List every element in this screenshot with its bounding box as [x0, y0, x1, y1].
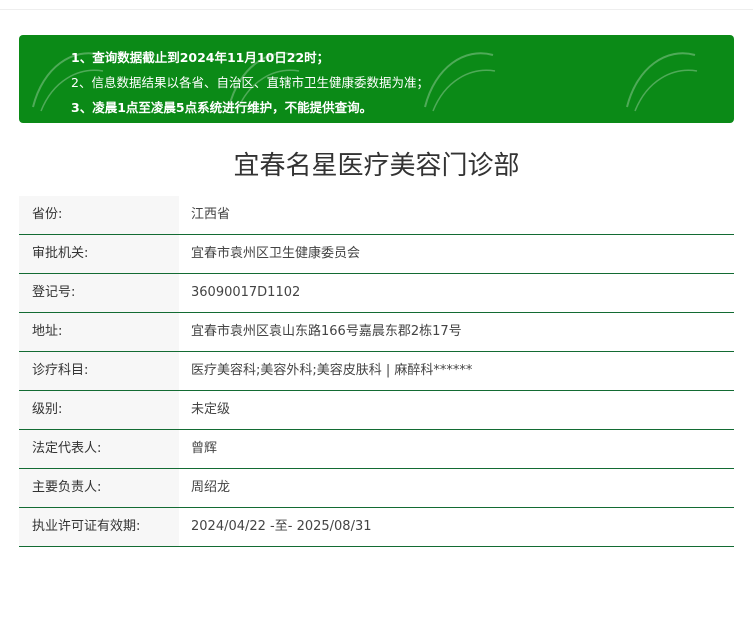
table-row: 省份: 江西省: [19, 196, 734, 235]
top-divider: [0, 9, 753, 10]
table-row: 登记号: 36090017D1102: [19, 274, 734, 313]
row-value: 宜春市袁州区卫生健康委员会: [191, 246, 361, 261]
table-row: 诊疗科目: 医疗美容科;美容外科;美容皮肤科 | 麻醉科******: [19, 352, 734, 391]
row-label: 主要负责人:: [19, 469, 179, 507]
table-row: 审批机关: 宜春市袁州区卫生健康委员会: [19, 235, 734, 274]
page-title: 宜春名星医疗美容门诊部: [233, 151, 520, 181]
info-table: 省份: 江西省 审批机关: 宜春市袁州区卫生健康委员会 登记号: 3609001…: [19, 196, 734, 547]
row-value: 周绍龙: [191, 480, 231, 495]
row-value: 宜春市袁州区袁山东路166号嘉晨东郡2栋17号: [191, 324, 462, 339]
table-row: 主要负责人: 周绍龙: [19, 469, 734, 508]
row-label: 执业许可证有效期:: [19, 508, 179, 546]
notice-line-1: 1、查询数据截止到2024年11月10日22时；: [71, 50, 330, 65]
row-label: 法定代表人:: [19, 430, 179, 468]
row-label: 地址:: [19, 313, 179, 351]
row-value: 未定级: [191, 402, 231, 417]
row-label: 诊疗科目:: [19, 352, 179, 390]
notice-line-2: 2、信息数据结果以各省、自治区、直辖市卫生健康委数据为准；: [71, 75, 429, 90]
row-value: 36090017D1102: [191, 285, 301, 300]
row-value: 曾辉: [191, 441, 218, 456]
row-label: 省份:: [19, 196, 179, 234]
table-row: 地址: 宜春市袁州区袁山东路166号嘉晨东郡2栋17号: [19, 313, 734, 352]
notice-banner: 1、查询数据截止到2024年11月10日22时； 2、信息数据结果以各省、自治区…: [19, 35, 734, 123]
row-label: 登记号:: [19, 274, 179, 312]
notice-line-3: 3、凌晨1点至凌晨5点系统进行维护，不能提供查询。: [71, 100, 373, 115]
row-label: 审批机关:: [19, 235, 179, 273]
row-value: 江西省: [191, 207, 231, 222]
row-value: 医疗美容科;美容外科;美容皮肤科 | 麻醉科******: [191, 363, 473, 378]
table-row: 级别: 未定级: [19, 391, 734, 430]
table-row: 执业许可证有效期: 2024/04/22 -至- 2025/08/31: [19, 508, 734, 547]
row-label: 级别:: [19, 391, 179, 429]
table-row: 法定代表人: 曾辉: [19, 430, 734, 469]
row-value: 2024/04/22 -至- 2025/08/31: [191, 519, 372, 534]
